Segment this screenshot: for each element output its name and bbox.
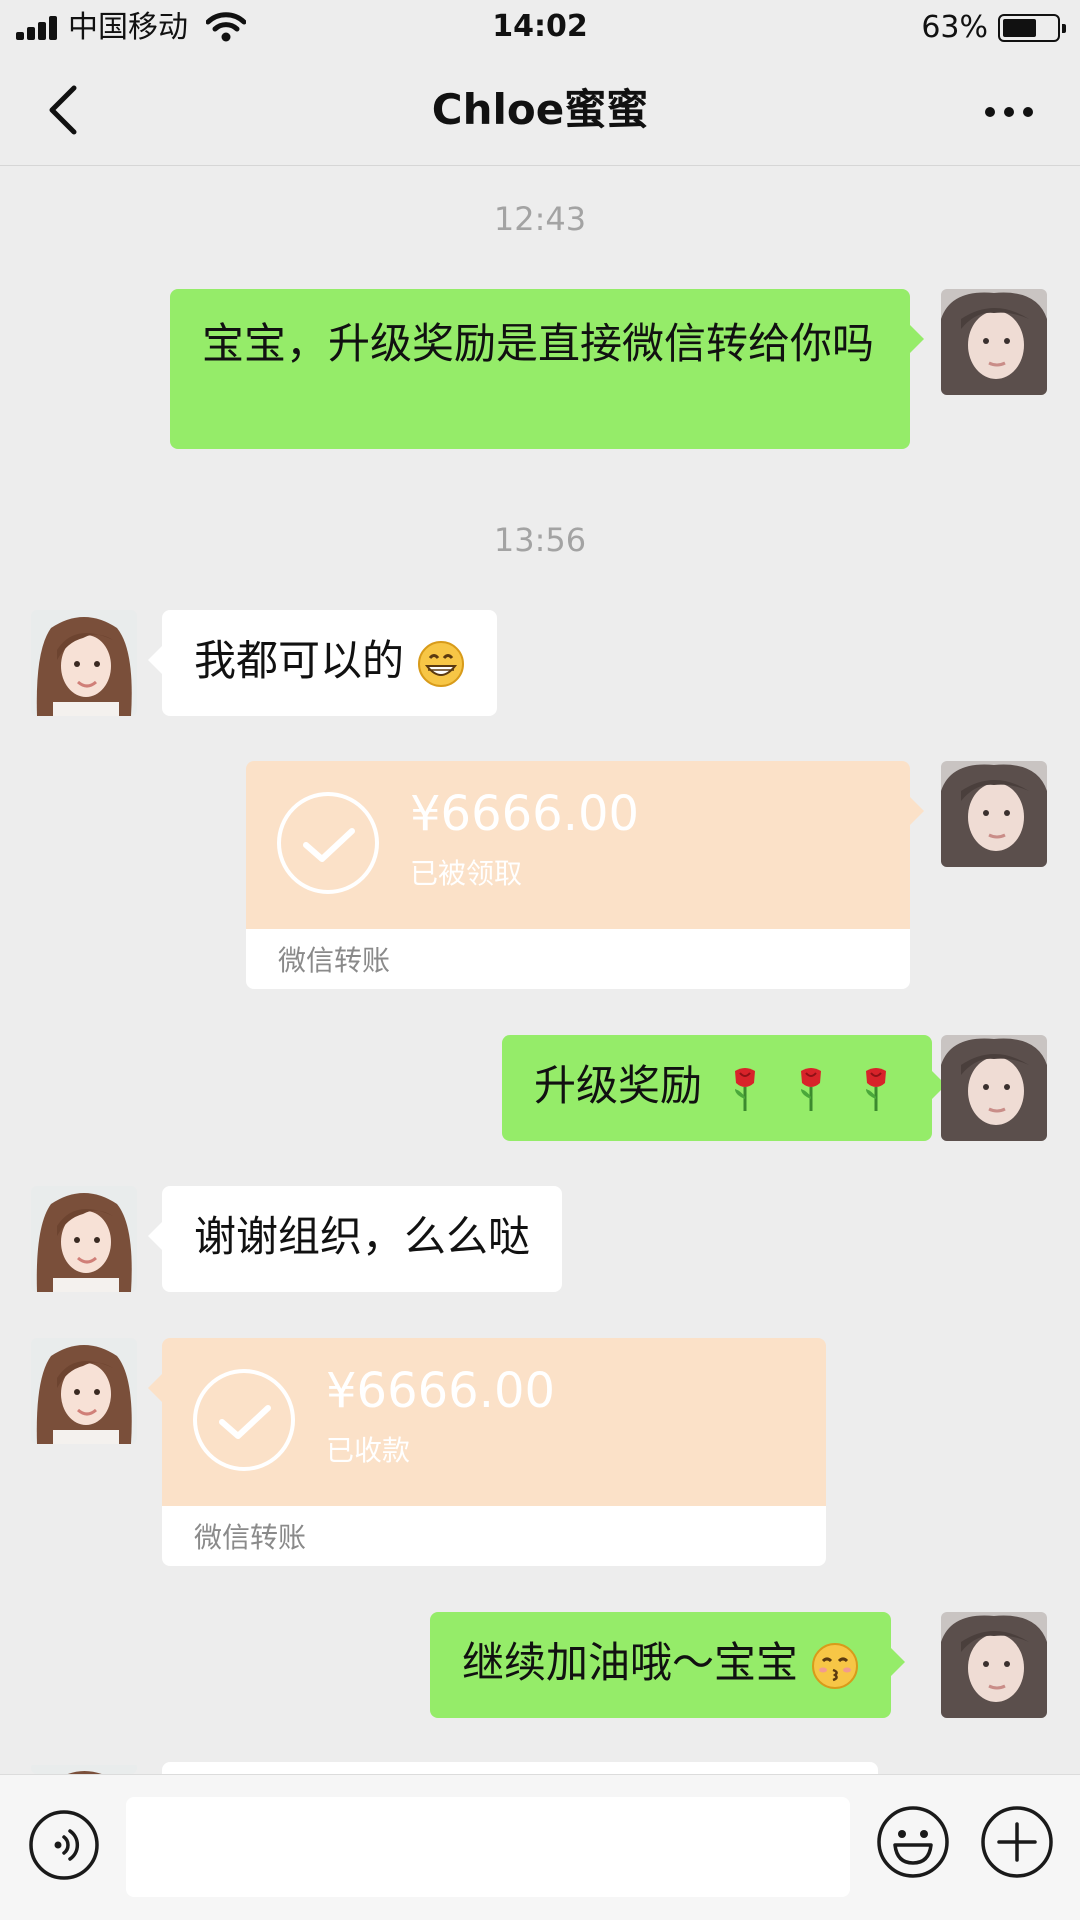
received-message-bubble[interactable] bbox=[162, 1762, 878, 1774]
message-text: 宝宝，升级奖励是直接微信转给你吗 bbox=[202, 319, 875, 368]
status-bar: 中国移动 14:02 63% bbox=[0, 0, 1080, 56]
rose-icon bbox=[800, 1067, 821, 1111]
more-dots-icon[interactable] bbox=[984, 106, 1034, 118]
avatar[interactable] bbox=[941, 289, 1047, 395]
avatar[interactable] bbox=[941, 1612, 1047, 1718]
voice-icon[interactable] bbox=[28, 1809, 100, 1881]
chat-header: Chloe蜜蜜 bbox=[0, 56, 1080, 166]
transfer-status: 已收款 bbox=[326, 1434, 411, 1467]
plus-icon[interactable] bbox=[980, 1805, 1054, 1879]
transfer-caption: 微信转账 bbox=[194, 1521, 307, 1554]
avatar[interactable] bbox=[31, 1762, 137, 1774]
transfer-status: 已被领取 bbox=[410, 857, 523, 890]
check-circle-icon bbox=[193, 1369, 295, 1471]
avatar[interactable] bbox=[941, 761, 1047, 867]
message-text: 升级奖励 bbox=[534, 1061, 703, 1110]
transfer-amount: ¥6666.00 bbox=[326, 1363, 556, 1419]
timestamp: 13:56 bbox=[493, 521, 587, 559]
sent-message-bubble[interactable]: 继续加油哦～宝宝 bbox=[430, 1612, 906, 1718]
sent-message-bubble[interactable]: 升级奖励 bbox=[502, 1035, 947, 1141]
message-text: 继续加油哦～宝宝 bbox=[462, 1638, 799, 1687]
received-message-bubble[interactable]: 谢谢组织，么么哒 bbox=[147, 1186, 563, 1292]
transfer-card[interactable]: ¥6666.00 已收款 微信转账 bbox=[162, 1338, 826, 1566]
bubble-tail bbox=[910, 797, 924, 825]
check-circle-icon bbox=[277, 792, 379, 894]
transfer-caption: 微信转账 bbox=[278, 944, 391, 977]
battery-fill bbox=[1003, 19, 1036, 37]
message-text: 我都可以的 bbox=[194, 636, 405, 685]
rose-icon bbox=[735, 1067, 756, 1111]
grinning-face-icon bbox=[418, 640, 465, 687]
avatar[interactable] bbox=[31, 1186, 137, 1292]
battery-percent: 63% bbox=[921, 10, 988, 45]
sent-message-bubble[interactable]: 宝宝，升级奖励是直接微信转给你吗 bbox=[170, 289, 924, 449]
message-input[interactable] bbox=[126, 1797, 850, 1897]
avatar[interactable] bbox=[31, 610, 137, 716]
rose-icon bbox=[866, 1067, 887, 1111]
transfer-card[interactable]: ¥6666.00 已被领取 微信转账 bbox=[246, 761, 910, 989]
transfer-amount: ¥6666.00 bbox=[410, 786, 640, 842]
kissing-face-icon bbox=[812, 1642, 859, 1689]
avatar[interactable] bbox=[31, 1338, 137, 1444]
bubble-tail bbox=[148, 1374, 162, 1402]
emoji-icon[interactable] bbox=[876, 1805, 950, 1879]
clock: 14:02 bbox=[492, 9, 588, 44]
avatar[interactable] bbox=[941, 1035, 1047, 1141]
chat-title: Chloe蜜蜜 bbox=[431, 85, 649, 134]
message-text: 谢谢组织，么么哒 bbox=[194, 1212, 531, 1261]
battery-icon bbox=[998, 14, 1066, 42]
input-bar bbox=[0, 1774, 1080, 1920]
timestamp: 12:43 bbox=[493, 200, 587, 238]
received-message-bubble[interactable]: 我都可以的 bbox=[147, 610, 498, 716]
